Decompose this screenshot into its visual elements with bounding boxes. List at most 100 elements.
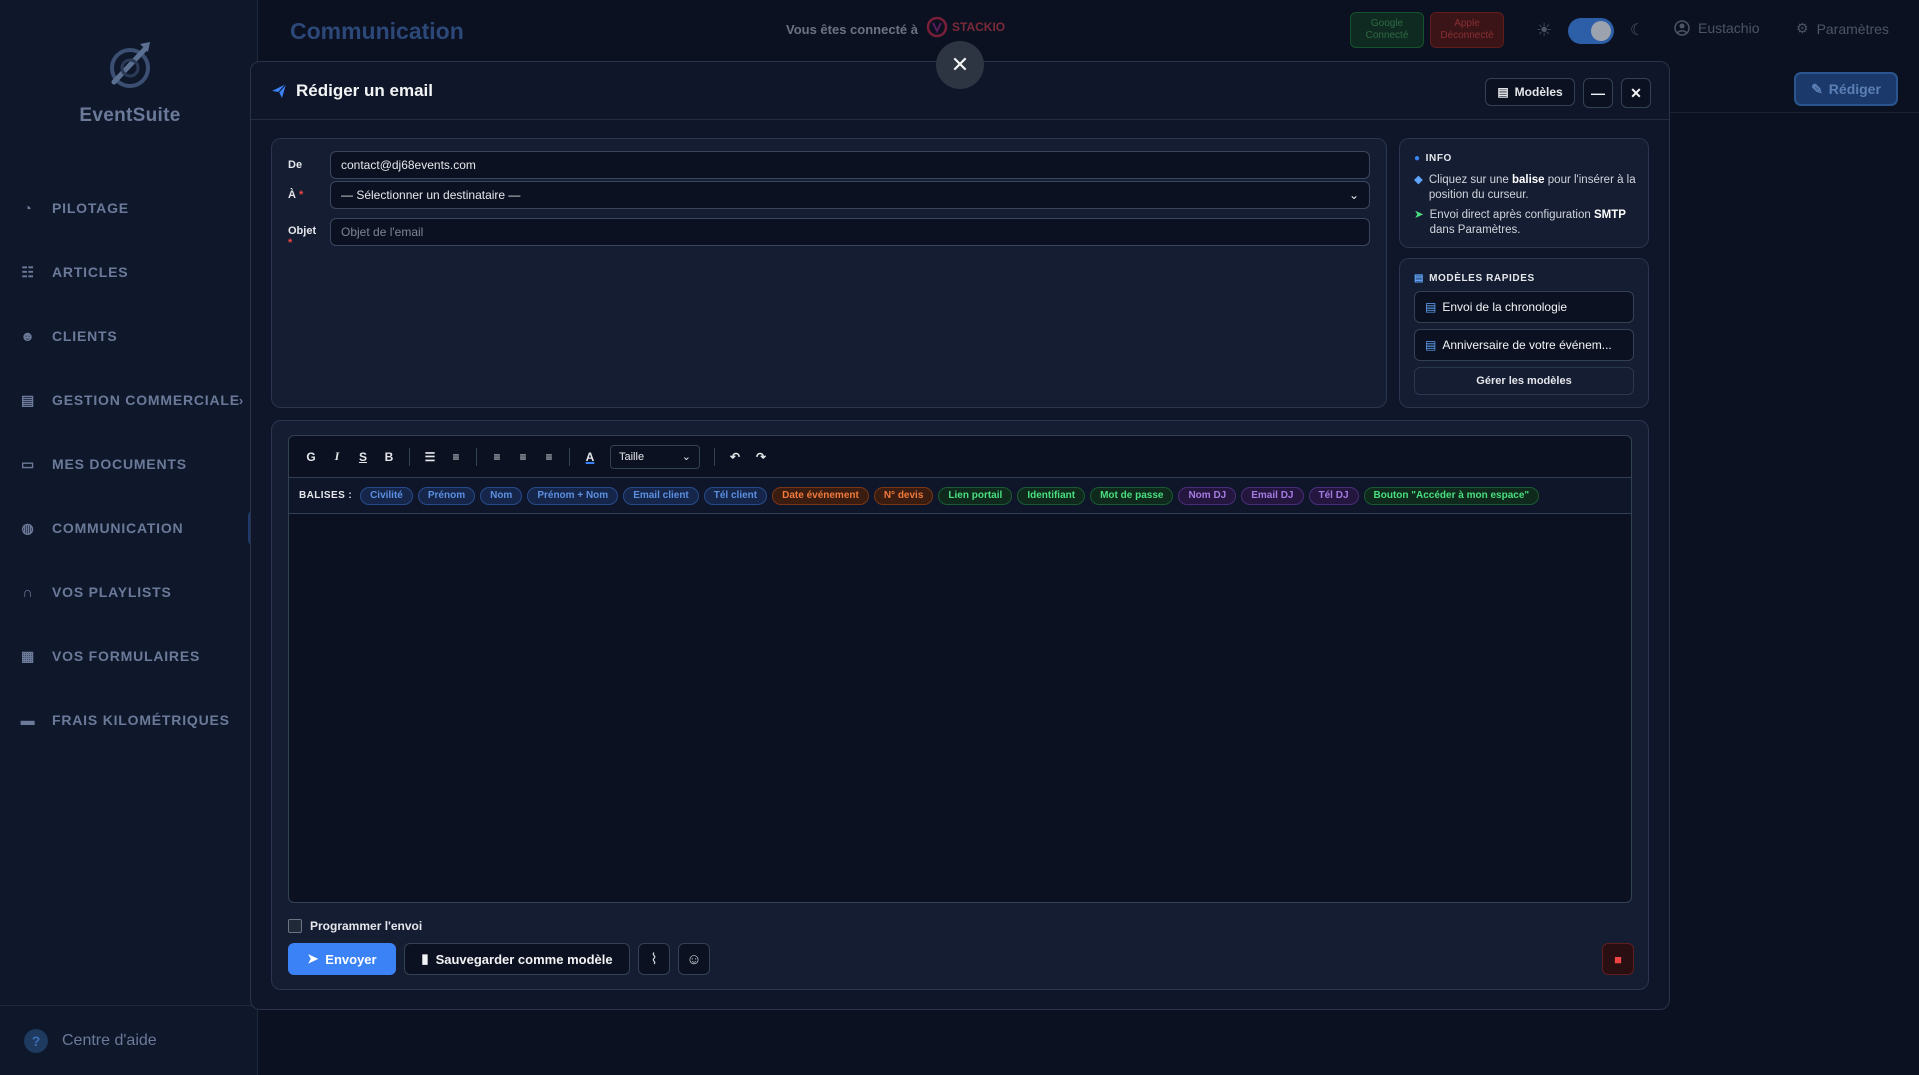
tag-chip[interactable]: Tél DJ — [1308, 486, 1359, 505]
save-as-template-button[interactable]: ▮ Sauvegarder comme modèle — [404, 943, 630, 975]
app-logo[interactable]: EventSuite — [70, 36, 190, 127]
modal-title: Rédiger un email — [271, 81, 433, 101]
tag-chip[interactable]: Civilité — [360, 486, 413, 505]
stackio-brand: STACKIO — [926, 16, 1005, 38]
sidebar-item-label: VOS PLAYLISTS — [52, 584, 172, 600]
sidebar-item-label: CLIENTS — [52, 328, 118, 344]
google-status-badge[interactable]: Google Connecté — [1350, 12, 1424, 48]
stackio-label: STACKIO — [952, 20, 1006, 34]
user-menu[interactable]: Eustachio — [1674, 20, 1759, 36]
send-label: Envoyer — [325, 951, 377, 967]
sidebar-item-communication[interactable]: ◍ COMMUNICATION — [0, 496, 258, 560]
theme-toggle[interactable] — [1568, 18, 1614, 44]
align-center-icon[interactable]: ≡ — [511, 445, 535, 469]
tag-chip[interactable]: Nom DJ — [1178, 486, 1237, 505]
sidebar-item-articles[interactable]: ☷ ARTICLES — [0, 240, 258, 304]
users-icon: ☻ — [20, 328, 36, 344]
bold-button[interactable]: B — [377, 445, 401, 469]
email-body-editor[interactable] — [288, 513, 1632, 903]
text-color-icon[interactable]: A — [578, 445, 602, 469]
sidebar-item-vos-playlists[interactable]: ∩ VOS PLAYLISTS — [0, 560, 258, 624]
apple-status-badge[interactable]: Apple Déconnecté — [1430, 12, 1504, 48]
apple-status: Déconnecté — [1440, 30, 1494, 41]
bullet-list-icon[interactable]: ☰ — [418, 445, 442, 469]
undo-icon[interactable]: ↶ — [723, 445, 747, 469]
schedule-checkbox[interactable] — [288, 919, 302, 933]
stackio-logo-icon — [926, 16, 948, 38]
info-line-smtp: ➤ Envoi direct après configuration SMTP … — [1414, 208, 1644, 238]
tag-chip[interactable]: Bouton "Accéder à mon espace" — [1363, 486, 1540, 505]
sidebar-item-pilotage[interactable]: ◔ PILOTAGE — [0, 176, 258, 240]
recipient-value: — Sélectionner un destinataire — — [341, 188, 521, 202]
tag-icon: ◆ — [1414, 174, 1423, 186]
redo-icon[interactable]: ↷ — [749, 445, 773, 469]
moon-icon: ☾ — [1630, 22, 1645, 39]
tag-chip[interactable]: Email DJ — [1241, 486, 1304, 505]
toolbar-divider — [476, 447, 477, 466]
info-line2-pre: Envoi direct après configuration — [1429, 209, 1591, 221]
tag-chip[interactable]: N° devis — [873, 486, 934, 505]
google-label: Google — [1370, 18, 1404, 29]
info-icon: ● — [1414, 153, 1421, 164]
overlay-close-button[interactable]: ✕ — [936, 41, 984, 89]
italic-button[interactable]: I — [325, 445, 349, 469]
modal-title-text: Rédiger un email — [296, 81, 433, 100]
toolbar-divider — [569, 447, 570, 466]
underline-button[interactable]: S — [351, 445, 375, 469]
delete-button[interactable]: ■ — [1602, 943, 1634, 975]
editor-toolbar: G I S B ☰ ≡ ≡ ≡ ≡ A Taille ⌄ ↶ ↷ — [288, 435, 1632, 477]
settings-link[interactable]: ⚙ Paramètres — [1796, 20, 1889, 37]
tag-chip[interactable]: Lien portail — [938, 486, 1013, 505]
manage-templates-button[interactable]: Gérer les modèles — [1414, 367, 1634, 395]
subject-label: Objet * — [288, 225, 316, 249]
editor-card: G I S B ☰ ≡ ≡ ≡ ≡ A Taille ⌄ ↶ ↷ BALISES… — [271, 420, 1649, 990]
align-right-icon[interactable]: ≡ — [537, 445, 561, 469]
template-item[interactable]: ▤ Anniversaire de votre événem... — [1414, 329, 1634, 361]
from-field[interactable]: contact@dj68events.com — [330, 151, 1370, 179]
recipient-select[interactable]: — Sélectionner un destinataire — ⌄ — [330, 181, 1370, 209]
quick-templates-title: ▤ MODÈLES RAPIDES — [1414, 273, 1535, 284]
tag-chip[interactable]: Identifiant — [1017, 486, 1086, 505]
close-icon: ✕ — [950, 52, 970, 77]
help-center-link[interactable]: ? Centre d'aide — [0, 1005, 258, 1075]
tag-chip[interactable]: Prénom — [417, 486, 476, 505]
compose-button[interactable]: ✎ Rédiger — [1794, 72, 1898, 106]
sidebar-item-vos-formulaires[interactable]: ▦ VOS FORMULAIRES — [0, 624, 258, 688]
sidebar-item-label: COMMUNICATION — [52, 520, 184, 536]
connected-text: Vous êtes connecté à — [786, 22, 918, 37]
numbered-list-icon[interactable]: ≡ — [444, 445, 468, 469]
tag-chip[interactable]: Prénom + Nom — [527, 486, 619, 505]
sidebar-item-mes-documents[interactable]: ▭ MES DOCUMENTS — [0, 432, 258, 496]
sidebar-item-label: FRAIS KILOMÉTRIQUES — [52, 712, 230, 728]
tag-chip[interactable]: Email client — [623, 486, 699, 505]
tag-chip[interactable]: Nom — [480, 486, 523, 505]
models-label: Modèles — [1514, 85, 1563, 99]
align-left-icon[interactable]: ≡ — [485, 445, 509, 469]
sidebar-item-label: VOS FORMULAIRES — [52, 648, 201, 664]
close-icon: ✕ — [1630, 84, 1642, 101]
paper-plane-icon — [272, 83, 287, 98]
minimize-button[interactable]: — — [1583, 78, 1613, 108]
emoji-button[interactable]: ☺ — [678, 943, 710, 975]
tag-chip[interactable]: Mot de passe — [1090, 486, 1174, 505]
attachment-button[interactable]: ⌇ — [638, 943, 670, 975]
from-label: De — [288, 159, 303, 171]
schedule-send[interactable]: Programmer l'envoi — [288, 919, 422, 933]
tags-bar: BALISES : Civilité Prénom Nom Prénom + Nom E… — [288, 477, 1632, 513]
bold-g-button[interactable]: G — [299, 445, 323, 469]
sidebar-item-frais-kilom-triques[interactable]: ▬ FRAIS KILOMÉTRIQUES — [0, 688, 258, 752]
template-item[interactable]: ▤ Envoi de la chronologie — [1414, 291, 1634, 323]
sidebar-item-gestion-commerciale[interactable]: ▤ GESTION COMMERCIALE › — [0, 368, 258, 432]
sidebar-item-label: GESTION COMMERCIALE — [52, 392, 240, 408]
sidebar-item-clients[interactable]: ☻ CLIENTS — [0, 304, 258, 368]
gauge-icon: ◔ — [23, 200, 33, 216]
sun-icon: ☀ — [1536, 20, 1553, 40]
models-button[interactable]: ▤ Modèles — [1485, 78, 1575, 106]
paper-plane-icon: ➤ — [1414, 209, 1424, 221]
font-size-select[interactable]: Taille ⌄ — [610, 444, 700, 469]
tag-chip[interactable]: Date événement — [772, 486, 869, 505]
modal-close-button[interactable]: ✕ — [1621, 78, 1651, 108]
tag-chip[interactable]: Tél client — [703, 486, 768, 505]
send-button[interactable]: ➤ Envoyer — [288, 943, 396, 975]
subject-input[interactable]: Objet de l'email — [330, 218, 1370, 246]
